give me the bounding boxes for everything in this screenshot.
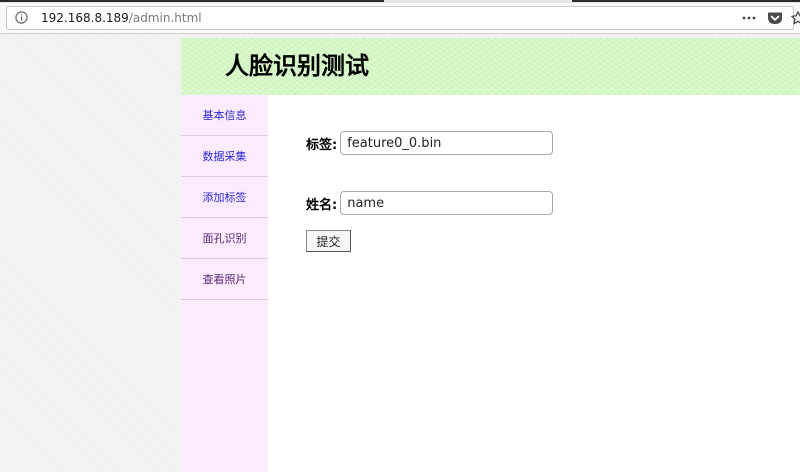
- sidebar-item-view-photos[interactable]: 查看照片: [181, 259, 268, 300]
- page-header: 人脸识别测试: [181, 38, 800, 95]
- submit-button[interactable]: 提交: [306, 230, 351, 252]
- sidebar-item-add-tag[interactable]: 添加标签: [181, 177, 268, 218]
- tag-label: 标签:: [306, 137, 338, 153]
- name-field-row: 姓名:: [306, 191, 554, 215]
- page-viewport: 人脸识别测试 基本信息 数据采集 添加标签 面孔识别 查看照片 标签: 姓名: …: [0, 34, 800, 472]
- info-icon[interactable]: [15, 11, 28, 24]
- tab-divider: [572, 0, 800, 2]
- name-input[interactable]: [340, 191, 554, 215]
- url-text[interactable]: 192.168.8.189/admin.html: [41, 10, 202, 26]
- address-bar[interactable]: 192.168.8.189/admin.html: [6, 6, 800, 30]
- star-icon[interactable]: [790, 10, 800, 26]
- sidebar-item-face-recognition[interactable]: 面孔识别: [181, 218, 268, 259]
- sidebar-list: 基本信息 数据采集 添加标签 面孔识别 查看照片: [181, 95, 268, 300]
- main-content: 标签: 姓名: 提交: [268, 95, 800, 472]
- site-container: 人脸识别测试 基本信息 数据采集 添加标签 面孔识别 查看照片 标签: 姓名: …: [181, 38, 800, 472]
- sidebar-item-data-collection[interactable]: 数据采集: [181, 136, 268, 177]
- tag-input[interactable]: [340, 131, 554, 155]
- name-label: 姓名:: [306, 197, 338, 213]
- more-icon[interactable]: [741, 10, 757, 26]
- pocket-icon[interactable]: [767, 10, 783, 26]
- tab-divider: [0, 0, 384, 2]
- browser-toolbar: 192.168.8.189/admin.html: [0, 3, 800, 34]
- url-host: 192.168.8.189: [41, 11, 129, 25]
- page-title: 人脸识别测试: [225, 52, 369, 80]
- url-path: /admin.html: [128, 11, 202, 25]
- tag-field-row: 标签:: [306, 131, 554, 155]
- sidebar-nav: 基本信息 数据采集 添加标签 面孔识别 查看照片: [181, 95, 268, 472]
- sidebar-item-basic-info[interactable]: 基本信息: [181, 95, 268, 136]
